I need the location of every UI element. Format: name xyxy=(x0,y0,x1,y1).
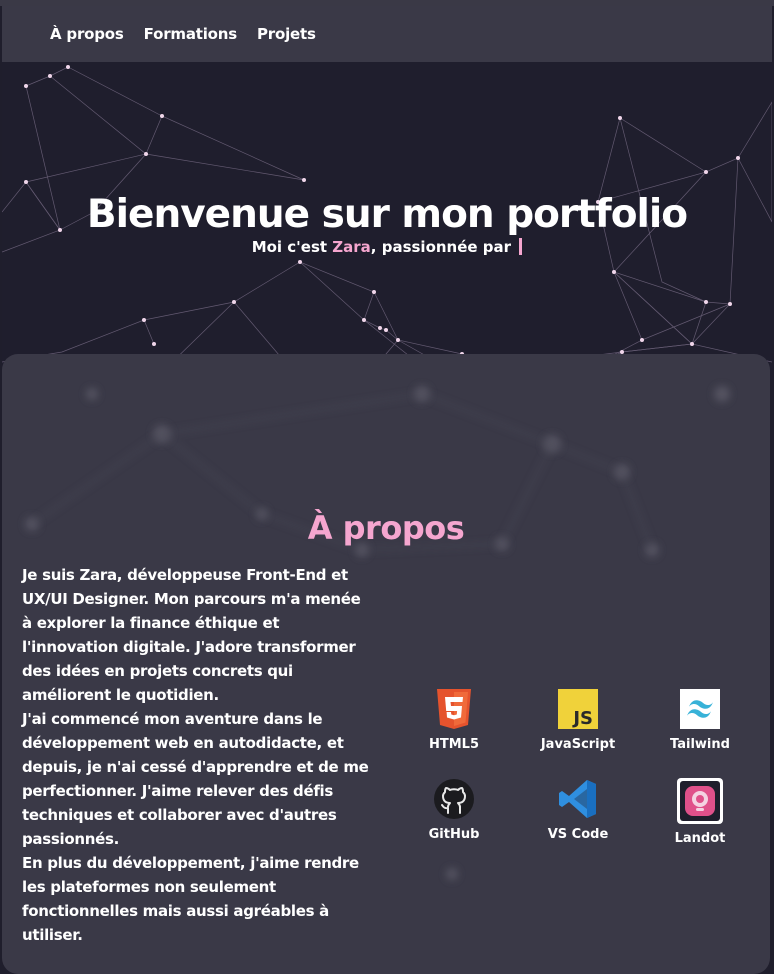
javascript-icon: JS xyxy=(556,687,600,731)
skill-label: HTML5 xyxy=(428,737,479,752)
skill-vscode: VS Code xyxy=(518,777,638,842)
skill-label: GitHub xyxy=(428,827,480,842)
navbar: À propos Formations Projets xyxy=(2,6,772,62)
tailwind-icon xyxy=(678,687,722,731)
about-text: Je suis Zara, développeuse Front-End et … xyxy=(22,563,372,947)
github-icon xyxy=(432,777,476,821)
skill-html5: HTML5 xyxy=(394,687,514,752)
landot-icon xyxy=(676,777,724,825)
skill-javascript: JS JavaScript xyxy=(518,687,638,752)
hero-subtitle-prefix: Moi c'est xyxy=(251,238,333,256)
hero-title: Bienvenue sur mon portfolio xyxy=(86,192,688,238)
hero-section: Bienvenue sur mon portfolio Moi c'est Za… xyxy=(2,62,772,382)
skill-label: JavaScript xyxy=(540,737,616,752)
nav-link-projets[interactable]: Projets xyxy=(257,25,316,43)
skill-github: GitHub xyxy=(394,777,514,842)
skill-tailwind: Tailwind xyxy=(640,687,760,752)
nav-link-formations[interactable]: Formations xyxy=(144,25,238,43)
about-paragraph: En plus du développement, j'aime rendre … xyxy=(22,854,359,944)
skill-label: VS Code xyxy=(547,827,609,842)
vscode-icon xyxy=(556,777,600,821)
hero-name: Zara xyxy=(332,238,371,256)
about-title: À propos xyxy=(307,508,465,547)
skill-label: Landot xyxy=(674,831,726,846)
hero-subtitle: Moi c'est Zara, passionnée par xyxy=(2,238,772,256)
svg-text:JS: JS xyxy=(571,708,593,729)
about-section: À propos Je suis Zara, développeuse Fron… xyxy=(2,354,770,974)
skill-landot: Landot xyxy=(640,777,760,846)
about-paragraph: Je suis Zara, développeuse Front-End et … xyxy=(22,566,361,704)
nav-link-a-propos[interactable]: À propos xyxy=(50,25,124,43)
about-paragraph: J'ai commencé mon aventure dans le dével… xyxy=(22,710,369,848)
skill-label: Tailwind xyxy=(670,737,730,752)
typing-caret xyxy=(519,238,523,255)
html5-icon xyxy=(432,687,476,731)
hero-subtitle-suffix: , passionnée par xyxy=(370,238,517,256)
